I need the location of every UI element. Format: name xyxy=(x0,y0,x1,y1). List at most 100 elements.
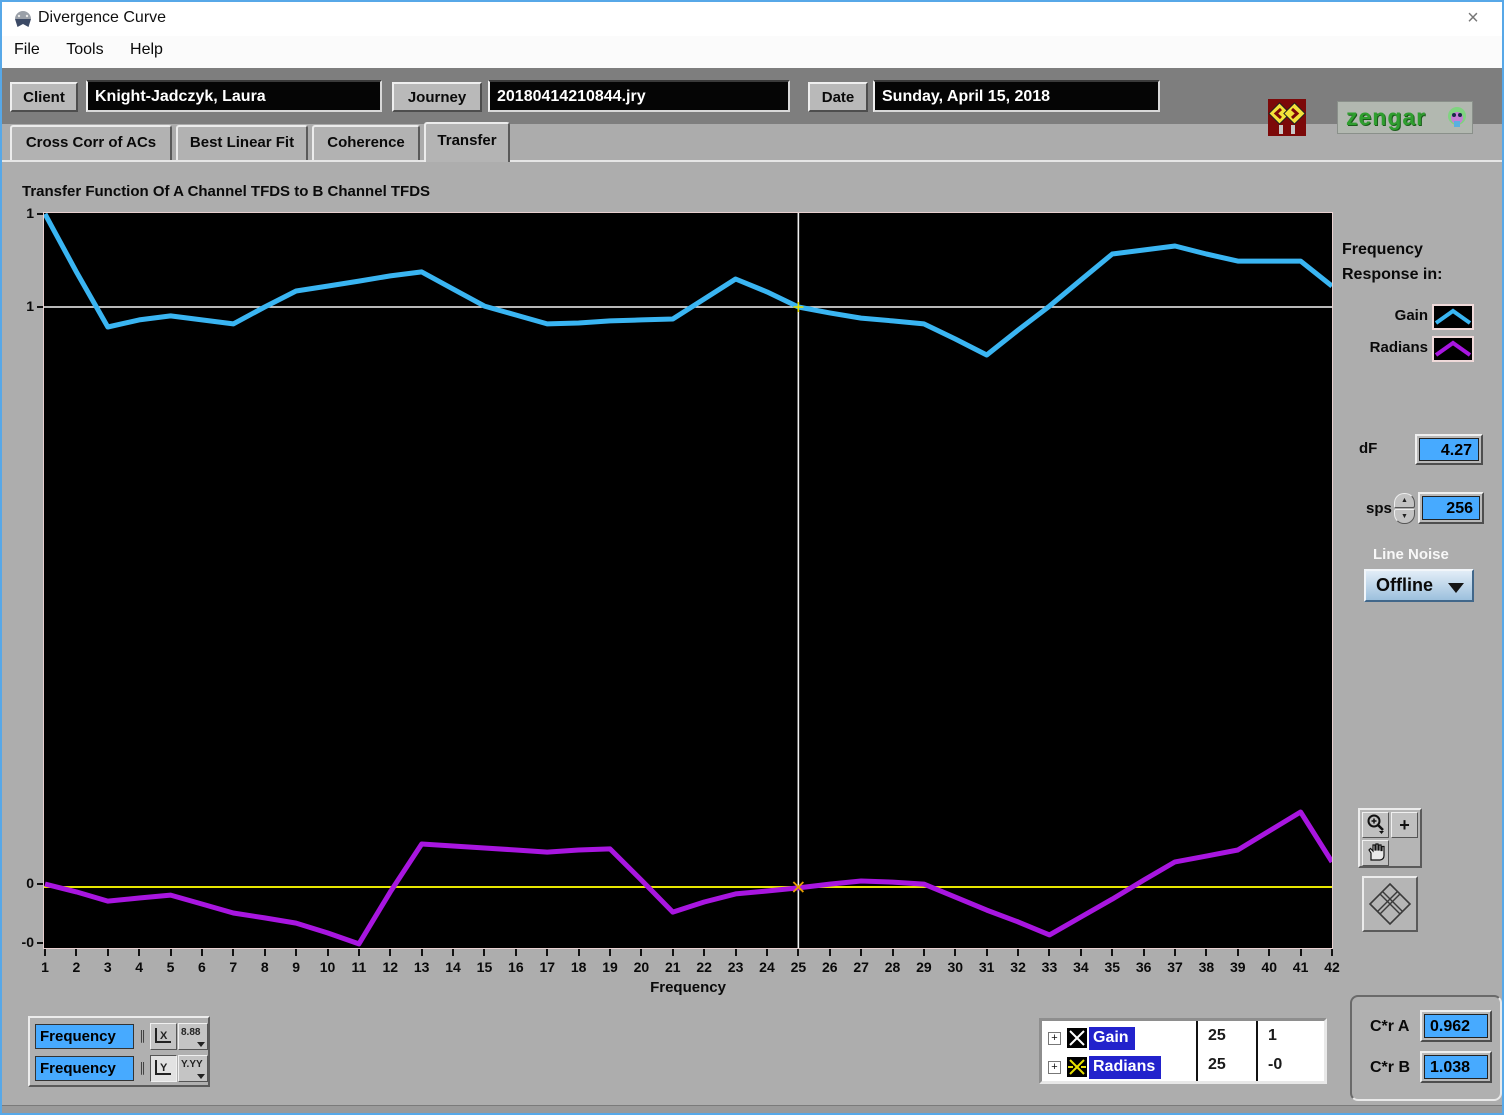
client-button[interactable]: Client xyxy=(10,82,78,112)
graph-palette: + xyxy=(1358,808,1422,868)
x-axis-tick-label: 16 xyxy=(508,959,524,975)
crb-field-frame: 1.038 xyxy=(1420,1051,1492,1083)
line-noise-dropdown[interactable]: Offline xyxy=(1364,569,1474,602)
legend-gain-label: Gain xyxy=(1394,307,1428,324)
sps-value-field[interactable]: 256 xyxy=(1422,496,1480,520)
cursor-movement-button[interactable] xyxy=(1362,876,1418,932)
cursor-marker-icon[interactable] xyxy=(1067,1028,1087,1048)
pan-hand-tool-button[interactable] xyxy=(1362,840,1389,866)
sps-decrement-button[interactable]: ▼ xyxy=(1394,509,1415,524)
df-field-frame: 4.27 xyxy=(1415,434,1483,465)
x-axis-tick xyxy=(44,949,46,956)
x-axis-tick-label: 9 xyxy=(292,959,300,975)
xy-graph-plot-area[interactable] xyxy=(42,212,1335,949)
y-scale-lock-icon[interactable]: ∥ xyxy=(136,1056,149,1081)
client-field[interactable]: Knight-Jadczyk, Laura xyxy=(86,80,382,112)
plot-legend-row-radians: Radians xyxy=(1342,336,1490,362)
x-axis-tick xyxy=(357,949,360,956)
x-axis-tick-label: 37 xyxy=(1167,959,1183,975)
x-axis-tick xyxy=(797,949,800,956)
y-axis-tick xyxy=(37,213,43,215)
x-axis-tick-label: 15 xyxy=(476,959,493,975)
tab-coherence[interactable]: Coherence xyxy=(312,125,420,160)
x-axis-tick-label: 32 xyxy=(1010,959,1026,975)
journey-field[interactable]: 20180414210844.jry xyxy=(488,80,790,112)
cursor-name[interactable]: Radians xyxy=(1089,1056,1162,1079)
x-axis-tick-label: 14 xyxy=(445,959,461,975)
x-axis-tick xyxy=(1205,949,1208,956)
menu-bar: File Tools Help xyxy=(2,36,1502,68)
legend-gain-swatch[interactable] xyxy=(1432,304,1474,330)
app-icon xyxy=(12,8,34,35)
y-format-button[interactable]: Y.YY xyxy=(178,1055,208,1082)
sps-increment-button[interactable]: ▲ xyxy=(1394,493,1415,508)
y-axis-tick-label: 0 xyxy=(26,875,34,891)
menu-file[interactable]: File xyxy=(14,41,40,59)
svg-text:Y: Y xyxy=(160,1062,168,1074)
cursor-legend: + Gain 25 1 + Radians 25 -0 xyxy=(1039,1018,1327,1084)
x-axis-tick xyxy=(1142,949,1145,956)
x-axis-tick-label: 10 xyxy=(319,959,336,975)
crosshair-tool-button[interactable]: + xyxy=(1391,812,1418,838)
x-axis-tick xyxy=(891,949,894,956)
tab-best-linear-fit[interactable]: Best Linear Fit xyxy=(176,125,308,160)
menu-help[interactable]: Help xyxy=(130,41,163,59)
expand-toggle[interactable]: + xyxy=(1048,1032,1061,1045)
frequency-response-label: Frequency Response in: xyxy=(1342,241,1443,283)
cr-stats-panel: C*r A 0.962 C*r B 1.038 xyxy=(1350,995,1502,1101)
close-icon[interactable]: × xyxy=(1458,7,1488,30)
legend-radians-label: Radians xyxy=(1369,339,1428,356)
x-axis-tick-label: 2 xyxy=(72,959,81,975)
date-field[interactable]: Sunday, April 15, 2018 xyxy=(873,80,1160,112)
crb-label: C*r B xyxy=(1370,1059,1411,1076)
tab-strip: Cross Corr of ACs Best Linear Fit Coherenc… xyxy=(2,122,1502,162)
x-axis-tick xyxy=(1048,949,1051,956)
cursor-name[interactable]: Gain xyxy=(1089,1027,1135,1050)
format-dropdown-icon xyxy=(197,1042,205,1047)
x-axis-tick xyxy=(765,949,768,956)
zoom-tool-button[interactable] xyxy=(1362,812,1389,838)
y-scale-name-field[interactable]: Frequency xyxy=(35,1056,134,1081)
tab-cross-corr-of-acs[interactable]: Cross Corr of ACs xyxy=(10,125,172,160)
x-axis-tick-label: 40 xyxy=(1261,959,1277,975)
cursor-row-gain: + Gain 25 1 xyxy=(1042,1023,1324,1053)
x-axis-tick xyxy=(734,949,737,956)
x-axis-tick xyxy=(75,949,78,956)
y-axis-tick xyxy=(37,942,43,944)
x-scale-name-field[interactable]: Frequency xyxy=(35,1024,134,1049)
y-axis-tick xyxy=(37,306,43,308)
x-axis-tick-label: 41 xyxy=(1292,959,1309,975)
y-axis-tick-label: 1 xyxy=(26,298,34,314)
x-axis-tick xyxy=(514,949,517,956)
expand-toggle[interactable]: + xyxy=(1048,1061,1061,1074)
x-axis-tick-label: 12 xyxy=(382,959,399,975)
x-format-button[interactable]: 8.88 xyxy=(178,1023,208,1050)
x-axis-tick-label: 18 xyxy=(570,959,587,975)
x-axis-tick-label: 31 xyxy=(978,959,995,975)
x-axis-tick xyxy=(420,949,423,956)
cra-value-field[interactable]: 0.962 xyxy=(1424,1014,1488,1038)
x-axis-tick-label: 11 xyxy=(351,959,367,975)
legend-radians-swatch[interactable] xyxy=(1432,336,1474,362)
x-autoscale-button[interactable]: X xyxy=(150,1023,177,1050)
x-axis-tick-label: 19 xyxy=(602,959,618,975)
x-axis-tick xyxy=(1236,949,1239,956)
x-scale-lock-icon[interactable]: ∥ xyxy=(136,1024,149,1049)
x-axis-tick-label: 28 xyxy=(884,959,901,975)
df-value-field[interactable]: 4.27 xyxy=(1419,438,1479,461)
cursor-marker-icon[interactable] xyxy=(1067,1057,1087,1077)
menu-tools[interactable]: Tools xyxy=(66,41,103,59)
cursor-x-value: 25 xyxy=(1208,1027,1226,1044)
y-autoscale-button[interactable]: Y xyxy=(150,1055,177,1082)
x-axis-tick-label: 29 xyxy=(916,959,932,975)
x-axis-tick xyxy=(1017,949,1020,956)
x-axis-tick-label: 23 xyxy=(727,959,744,975)
x-axis-tick-label: 4 xyxy=(135,959,144,975)
crb-value-field[interactable]: 1.038 xyxy=(1424,1055,1488,1079)
date-button[interactable]: Date xyxy=(808,82,868,112)
x-axis-tick xyxy=(985,949,988,956)
journey-button[interactable]: Journey xyxy=(392,82,482,112)
plot-legend-row-gain: Gain xyxy=(1342,304,1490,330)
tab-transfer[interactable]: Transfer xyxy=(424,122,510,162)
x-axis-title: Frequency xyxy=(650,979,726,996)
